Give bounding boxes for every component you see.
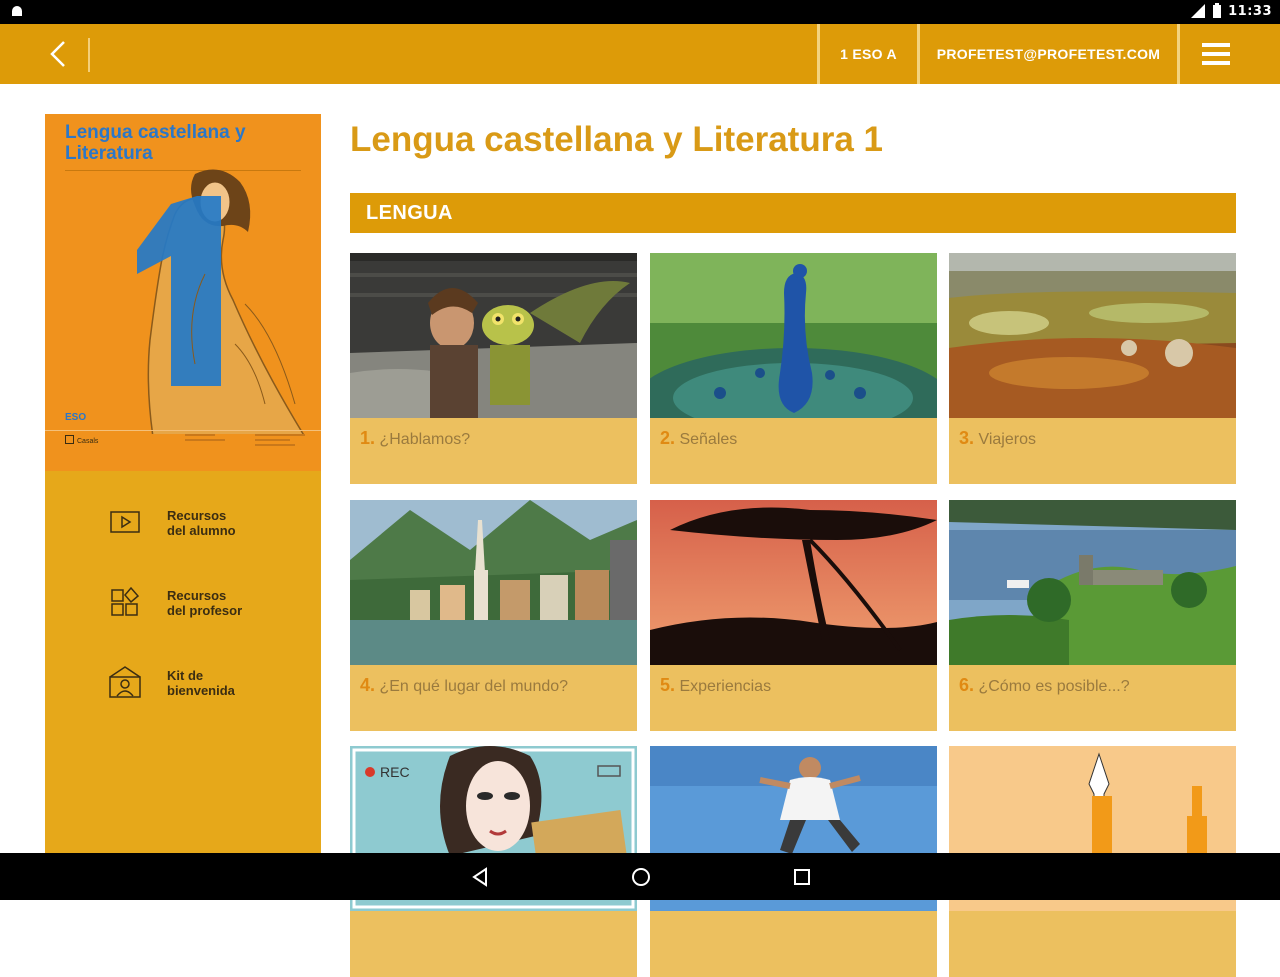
unit-image (650, 500, 937, 665)
publisher-name: Casals (77, 438, 99, 445)
unit-title: 4. ¿En qué lugar del mundo? (360, 675, 568, 696)
user-email: PROFETEST@PROFETEST.COM (936, 46, 1161, 62)
android-icon (12, 6, 22, 16)
unit-name: ¿Cómo es posible...? (974, 678, 1130, 695)
student-resources-label: Recursos del alumno (167, 508, 236, 538)
cover-credits (185, 434, 245, 456)
unit-card-3[interactable]: 3. Viajeros (949, 253, 1236, 484)
teacher-resources-button[interactable]: Recursos del profesor (105, 579, 305, 627)
battery-icon (1213, 3, 1222, 18)
unit-title: 2. Señales (660, 428, 737, 449)
play-screen-icon (110, 511, 140, 533)
unit-name: Experiencias (675, 678, 772, 695)
divider (45, 430, 321, 431)
publisher-logo-icon (65, 435, 74, 444)
nav-recents-icon[interactable] (790, 865, 814, 889)
unit-title: 3. Viajeros (959, 428, 1036, 449)
app-header: 1 ESO A PROFETEST@PROFETEST.COM (0, 24, 1280, 84)
user-account-button[interactable]: PROFETEST@PROFETEST.COM (920, 24, 1177, 84)
unit-name: Viajeros (974, 431, 1036, 448)
unit-number: 3. (959, 428, 975, 448)
unit-card-6[interactable]: 6. ¿Cómo es posible...? (949, 500, 1236, 731)
unit-name: ¿En qué lugar del mundo? (375, 678, 569, 695)
cover-credits (255, 434, 315, 456)
nav-back-icon[interactable] (468, 865, 492, 889)
unit-card-4[interactable]: 4. ¿En qué lugar del mundo? (350, 500, 637, 731)
student-resources-button[interactable]: Recursos del alumno (105, 499, 305, 547)
welcome-kit-button[interactable]: Kit de bienvenida (105, 659, 305, 707)
signal-icon (1191, 4, 1206, 18)
unit-number: 1. (360, 428, 376, 448)
unit-title: 6. ¿Cómo es posible...? (959, 675, 1130, 696)
unit-image (650, 253, 937, 418)
unit-name: ¿Hablamos? (375, 431, 471, 448)
unit-title: 1. ¿Hablamos? (360, 428, 470, 449)
unit-card-1[interactable]: 1. ¿Hablamos? (350, 253, 637, 484)
rec-label: REC (380, 764, 410, 780)
cover-level: ESO (65, 412, 87, 423)
unit-card-2[interactable]: 2. Señales (650, 253, 937, 484)
unit-image (949, 253, 1236, 418)
nav-home-icon[interactable] (629, 865, 653, 889)
unit-number: 2. (660, 428, 676, 448)
class-label: 1 ESO A (840, 46, 897, 62)
unit-card-5[interactable]: 5. Experiencias (650, 500, 937, 731)
shapes-icon (111, 586, 140, 616)
clock: 11:33 (1228, 3, 1272, 19)
cover-publisher: Casals (65, 435, 98, 445)
section-title: LENGUA (366, 202, 453, 224)
unit-name: Señales (675, 431, 738, 448)
unit-number: 5. (660, 675, 676, 695)
page-title: Lengua castellana y Literatura 1 (350, 120, 883, 159)
back-icon[interactable] (40, 36, 76, 72)
unit-image (949, 500, 1236, 665)
menu-icon[interactable] (1200, 41, 1232, 67)
status-bar: 11:33 (0, 0, 1280, 24)
book-cover[interactable]: Lengua castellana y Literatura ESO Casal… (45, 114, 321, 471)
welcome-kit-label: Kit de bienvenida (167, 668, 235, 698)
unit-title: 5. Experiencias (660, 675, 771, 696)
class-selector-button[interactable]: 1 ESO A (820, 24, 917, 84)
divider (1177, 24, 1180, 84)
system-nav-bar (0, 853, 1280, 900)
divider (88, 38, 90, 72)
unit-image (350, 253, 637, 418)
unit-image (350, 500, 637, 665)
welcome-kit-icon (109, 666, 141, 698)
book-sidebar: Lengua castellana y Literatura ESO Casal… (45, 114, 321, 854)
teacher-resources-label: Recursos del profesor (167, 588, 243, 618)
unit-number: 6. (959, 675, 975, 695)
unit-number: 4. (360, 675, 376, 695)
cover-illustration (137, 169, 305, 434)
section-header-lengua: LENGUA (350, 193, 1236, 233)
